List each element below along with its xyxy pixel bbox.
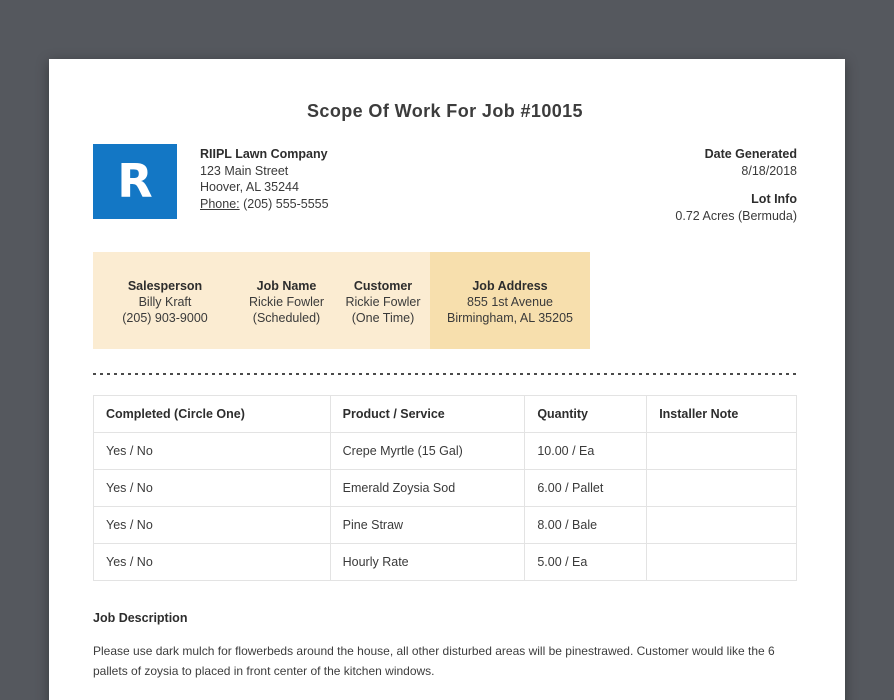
page-title: Scope Of Work For Job #10015 bbox=[307, 101, 583, 121]
product-cell: Hourly Rate bbox=[329, 543, 526, 581]
installer-note-cell bbox=[646, 432, 797, 470]
summary-label: Customer bbox=[353, 279, 413, 293]
summary-value-line2: Birmingham, AL 35205 bbox=[446, 311, 573, 325]
completed-cell: Yes / No bbox=[93, 543, 331, 581]
table-row: Yes / No Crepe Myrtle (15 Gal) 10.00 / E… bbox=[93, 432, 797, 470]
summary-col-job-name: Job Name Rickie Fowler (Scheduled) bbox=[237, 252, 336, 349]
table-row: Yes / No Emerald Zoysia Sod 6.00 / Palle… bbox=[93, 469, 797, 507]
phone-label: Phone: bbox=[200, 196, 240, 211]
lot-info-value: 0.72 Acres (Bermuda) bbox=[675, 208, 797, 223]
summary-value-line2: (Scheduled) bbox=[252, 311, 321, 325]
company-name: RIIPL Lawn Company bbox=[200, 147, 328, 161]
document-viewer-background: Scope Of Work For Job #10015 R RIIPL Law… bbox=[0, 0, 894, 700]
dashed-divider bbox=[93, 373, 797, 375]
summary-col-job-address: Job Address 855 1st Avenue Birmingham, A… bbox=[430, 252, 590, 349]
company-address-line2: Hoover, AL 35244 bbox=[200, 180, 299, 194]
col-header-installer-note: Installer Note bbox=[646, 395, 797, 433]
summary-value-line2: (One Time) bbox=[351, 311, 415, 325]
col-header-product: Product / Service bbox=[329, 395, 526, 433]
document-header: R RIIPL Lawn Company 123 Main Street Hoo… bbox=[93, 144, 797, 224]
summary-value-line2: (205) 903-9000 bbox=[122, 311, 208, 325]
document-meta-block: Date Generated 8/18/2018 Lot Info 0.72 A… bbox=[675, 144, 797, 224]
quantity-cell: 6.00 / Pallet bbox=[524, 469, 648, 507]
col-header-quantity: Quantity bbox=[524, 395, 648, 433]
table-row: Yes / No Hourly Rate 5.00 / Ea bbox=[93, 543, 797, 581]
company-phone: Phone: (205) 555-5555 bbox=[200, 196, 329, 213]
job-description-heading: Job Description bbox=[93, 611, 188, 625]
col-header-completed: Completed (Circle One) bbox=[93, 395, 331, 433]
company-address-line1: 123 Main Street bbox=[200, 163, 289, 178]
phone-value: (205) 555-5555 bbox=[243, 196, 329, 211]
summary-label: Job Name bbox=[256, 279, 317, 293]
work-items-table: Completed (Circle One) Product / Service… bbox=[93, 395, 797, 581]
summary-value-line1: Billy Kraft bbox=[138, 295, 192, 309]
completed-cell: Yes / No bbox=[93, 432, 331, 470]
job-description-section: Job Description Please use dark mulch fo… bbox=[93, 611, 797, 700]
quantity-cell: 8.00 / Bale bbox=[524, 506, 648, 544]
summary-value-line1: Rickie Fowler bbox=[248, 295, 324, 309]
summary-label: Salesperson bbox=[127, 279, 203, 293]
table-row: Yes / No Pine Straw 8.00 / Bale bbox=[93, 506, 797, 544]
company-logo: R bbox=[93, 144, 177, 219]
product-cell: Pine Straw bbox=[329, 506, 526, 544]
product-cell: Crepe Myrtle (15 Gal) bbox=[329, 432, 526, 470]
summary-value-line1: Rickie Fowler bbox=[345, 295, 421, 309]
summary-col-salesperson: Salesperson Billy Kraft (205) 903-9000 bbox=[93, 252, 237, 349]
installer-note-cell bbox=[646, 469, 797, 507]
table-header-row: Completed (Circle One) Product / Service… bbox=[93, 395, 797, 433]
quantity-cell: 5.00 / Ea bbox=[524, 543, 648, 581]
installer-note-cell bbox=[646, 543, 797, 581]
summary-col-customer: Customer Rickie Fowler (One Time) bbox=[336, 252, 430, 349]
summary-value-line1: 855 1st Avenue bbox=[467, 295, 553, 309]
quantity-cell: 10.00 / Ea bbox=[524, 432, 648, 470]
summary-label: Job Address bbox=[472, 279, 548, 293]
job-summary-bar: Salesperson Billy Kraft (205) 903-9000 J… bbox=[93, 252, 590, 349]
completed-cell: Yes / No bbox=[93, 506, 331, 544]
product-cell: Emerald Zoysia Sod bbox=[329, 469, 526, 507]
logo-letter-r: R bbox=[117, 153, 153, 208]
date-generated-value: 8/18/2018 bbox=[741, 163, 797, 178]
document-page: Scope Of Work For Job #10015 R RIIPL Law… bbox=[49, 59, 845, 700]
company-info-block: RIIPL Lawn Company 123 Main Street Hoove… bbox=[200, 144, 329, 212]
lot-info-label: Lot Info bbox=[751, 192, 797, 206]
installer-note-cell bbox=[646, 506, 797, 544]
job-description-paragraph: Please use dark mulch for flowerbeds aro… bbox=[93, 644, 775, 679]
date-generated-label: Date Generated bbox=[704, 147, 797, 161]
completed-cell: Yes / No bbox=[93, 469, 331, 507]
